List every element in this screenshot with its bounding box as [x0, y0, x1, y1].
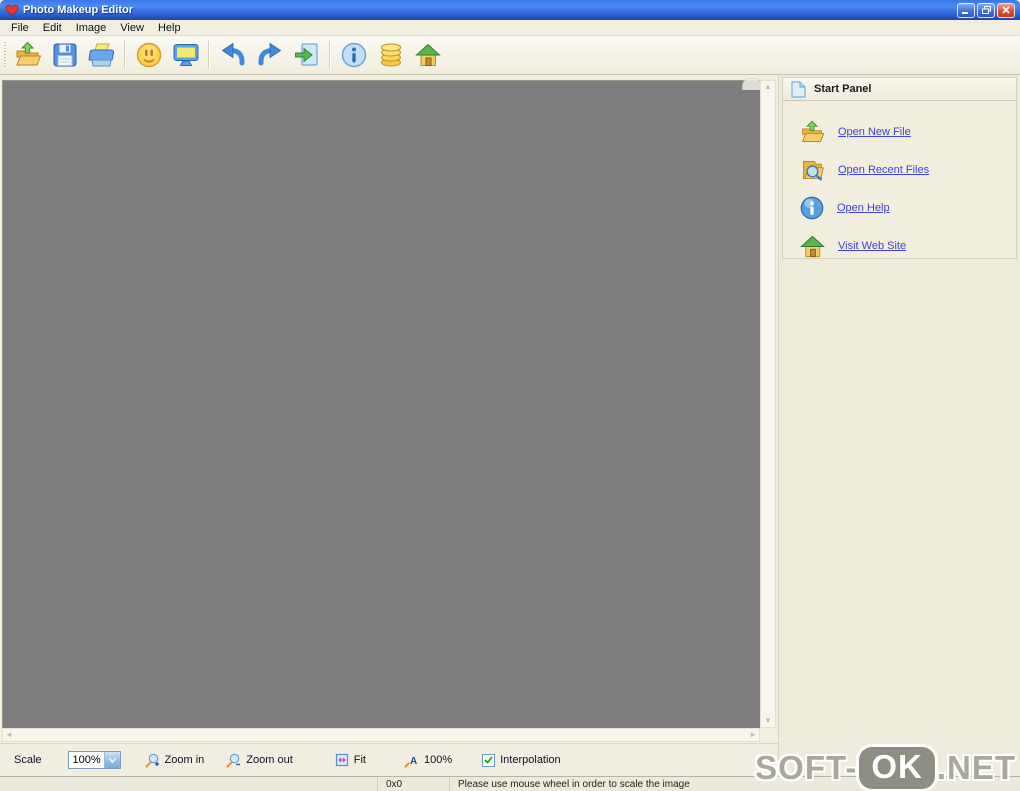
- horizontal-scrollbar[interactable]: ◄ ►: [2, 728, 760, 742]
- zoom-100-label: 100%: [423, 754, 453, 766]
- window-title: Photo Makeup Editor: [23, 4, 133, 16]
- start-panel-title: Start Panel: [814, 83, 872, 95]
- zoom-in-button[interactable]: Zoom in: [144, 753, 205, 768]
- minimize-button[interactable]: [957, 2, 975, 18]
- scroll-right-icon: ►: [749, 730, 757, 739]
- close-button[interactable]: [997, 2, 1015, 18]
- open-recent-files-label[interactable]: Open Recent Files: [838, 164, 929, 176]
- toolbar-separator: [329, 41, 331, 69]
- zoom-out-button[interactable]: Zoom out: [226, 753, 293, 768]
- open-help-label[interactable]: Open Help: [837, 202, 890, 214]
- visit-web-site-link[interactable]: Visit Web Site: [799, 227, 1016, 265]
- open-recent-files-link[interactable]: Open Recent Files: [799, 151, 1016, 189]
- zoom-in-label: Zoom in: [164, 754, 205, 766]
- image-canvas[interactable]: [2, 80, 760, 728]
- workspace: ▲ ▼ ◄ ►: [0, 75, 778, 743]
- open-help-link[interactable]: Open Help: [799, 189, 1016, 227]
- watermark-prefix: SOFT-: [755, 749, 858, 786]
- menu-view[interactable]: View: [113, 22, 151, 34]
- start-panel: Start Panel Open New File Open Recent Fi…: [782, 77, 1017, 259]
- save-button[interactable]: [46, 38, 83, 72]
- zoom-toolbar: Scale 100% Zoom in Zoom out Fit A 100% I…: [0, 743, 778, 776]
- fit-label: Fit: [353, 754, 366, 766]
- toolbar-separator: [124, 41, 126, 69]
- print-button[interactable]: [83, 38, 120, 72]
- export-image-button[interactable]: [288, 38, 325, 72]
- vertical-scrollbar[interactable]: ▲ ▼: [760, 80, 776, 728]
- floppy-disk-icon: [51, 41, 79, 69]
- status-empty-cell: [0, 777, 378, 791]
- watermark-suffix: .NET: [936, 749, 1016, 786]
- interpolation-label: Interpolation: [500, 754, 561, 766]
- title-bar: Photo Makeup Editor: [0, 0, 1020, 20]
- coins-icon: [377, 41, 405, 69]
- undo-button[interactable]: [214, 38, 251, 72]
- fit-button[interactable]: Fit: [335, 753, 366, 767]
- softok-watermark: SOFT- OK .NET: [755, 747, 1016, 789]
- status-dimensions: 0x0: [378, 777, 450, 791]
- redo-arrow-icon: [256, 41, 284, 69]
- app-logo-heart-icon: [5, 4, 19, 16]
- zoom-100-button[interactable]: A 100%: [404, 753, 452, 768]
- monitor-icon: [171, 41, 201, 69]
- open-recent-files-icon: [799, 157, 826, 184]
- toolbar-separator: [208, 41, 210, 69]
- scale-combobox[interactable]: 100%: [67, 751, 121, 769]
- info-icon: [340, 41, 368, 69]
- menu-bar: File Edit Image View Help: [0, 20, 1020, 36]
- open-new-file-link[interactable]: Open New File: [799, 113, 1016, 151]
- zoom-in-icon: [144, 753, 160, 768]
- redo-button[interactable]: [251, 38, 288, 72]
- open-file-button[interactable]: [9, 38, 46, 72]
- zoom-out-label: Zoom out: [246, 754, 293, 766]
- start-panel-header: Start Panel: [783, 78, 1016, 101]
- open-new-file-icon: [799, 119, 826, 146]
- open-folder-icon: [13, 40, 43, 70]
- visit-web-site-icon: [799, 233, 826, 260]
- home-website-button[interactable]: [409, 38, 446, 72]
- buy-coins-button[interactable]: [372, 38, 409, 72]
- watermark-badge: OK: [859, 747, 935, 789]
- open-new-file-label[interactable]: Open New File: [838, 126, 911, 138]
- info-button[interactable]: [335, 38, 372, 72]
- scale-value: 100%: [72, 754, 101, 766]
- scroll-left-icon: ◄: [5, 730, 13, 739]
- scroll-down-icon: ▼: [764, 716, 772, 725]
- interpolation-checkbox[interactable]: [482, 753, 496, 767]
- side-panel: Start Panel Open New File Open Recent Fi…: [778, 75, 1020, 776]
- restore-button[interactable]: [977, 2, 995, 18]
- menu-file[interactable]: File: [4, 22, 36, 34]
- fit-icon: [335, 753, 349, 767]
- svg-text:A: A: [410, 756, 417, 767]
- panel-collapse-tab[interactable]: [742, 78, 762, 90]
- zoom-100-icon: A: [404, 753, 419, 768]
- printer-icon: [87, 41, 117, 69]
- toolbar-grip: [2, 42, 9, 68]
- scale-dropdown-button[interactable]: [103, 752, 120, 768]
- display-preview-button[interactable]: [167, 38, 204, 72]
- main-toolbar: [0, 36, 1020, 75]
- smiley-face-icon: [135, 41, 163, 69]
- makeup-smiley-button[interactable]: [130, 38, 167, 72]
- start-panel-links: Open New File Open Recent Files Open Hel…: [783, 101, 1016, 265]
- menu-image[interactable]: Image: [69, 22, 114, 34]
- app-window: Photo Makeup Editor File Edit Image View…: [0, 0, 1020, 791]
- visit-web-site-label[interactable]: Visit Web Site: [838, 240, 906, 252]
- menu-edit[interactable]: Edit: [36, 22, 69, 34]
- export-document-icon: [293, 41, 321, 69]
- undo-arrow-icon: [219, 41, 247, 69]
- page-icon: [791, 81, 806, 98]
- zoom-out-icon: [226, 753, 241, 768]
- scale-label: Scale: [14, 754, 42, 766]
- interpolation-toggle[interactable]: Interpolation: [482, 753, 561, 767]
- open-help-icon: [799, 195, 825, 221]
- scroll-up-icon: ▲: [764, 82, 772, 91]
- menu-help[interactable]: Help: [151, 22, 188, 34]
- home-icon: [414, 41, 442, 69]
